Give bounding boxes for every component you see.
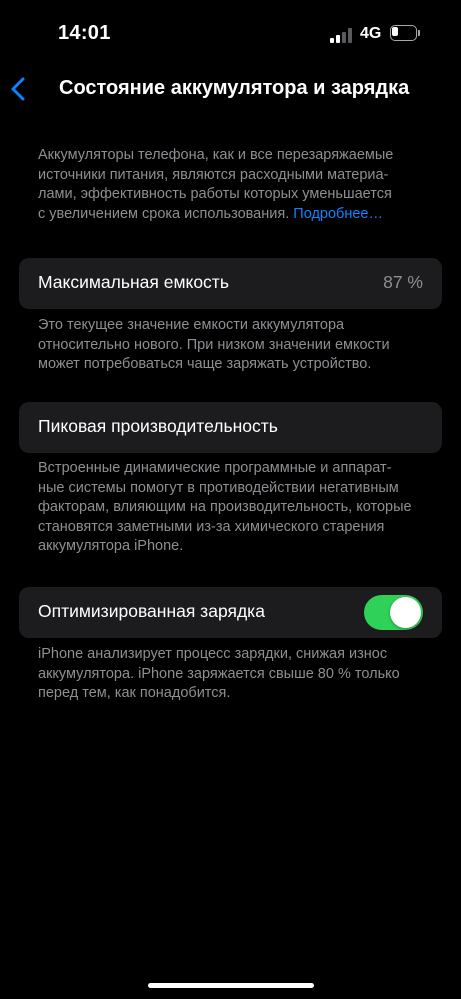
intro-line: с увеличением срока использования. xyxy=(38,205,290,222)
intro-line: Аккумуляторы телефона, как и все перезар… xyxy=(38,147,394,163)
intro-line: лами, эффективность работы которых умень… xyxy=(38,186,392,202)
optimized-charging-toggle[interactable] xyxy=(364,595,423,630)
home-indicator[interactable] xyxy=(148,983,314,988)
peak-performance-row: Пиковая производительность xyxy=(19,402,442,453)
peak-performance-description: Встроенные динамические программные и ап… xyxy=(38,459,433,557)
chevron-left-icon xyxy=(11,77,25,101)
learn-more-link[interactable]: Подробнее… xyxy=(293,206,383,222)
description-line: факторам, влияющим на производительность… xyxy=(38,499,412,515)
back-button[interactable] xyxy=(8,74,32,104)
status-bar: 14:01 4G xyxy=(0,0,461,70)
toggle-knob xyxy=(390,597,421,628)
max-capacity-description: Это текущее значение емкости аккумулятор… xyxy=(38,316,433,375)
description-line: становятся заметными из-за химического с… xyxy=(38,518,385,535)
page-title: Состояние аккумулятора и зарядка xyxy=(59,77,410,99)
intro-description: Аккумуляторы телефона, как и все перезар… xyxy=(38,146,433,224)
intro-line: источники питания, являются расходными м… xyxy=(38,166,389,183)
description-line: Встроенные динамические программные и ап… xyxy=(38,460,392,476)
description-line: iPhone анализирует процесс зарядки, сниж… xyxy=(38,646,388,662)
status-time: 14:01 xyxy=(58,22,111,44)
peak-performance-label: Пиковая производительность xyxy=(38,416,278,436)
cellular-signal-icon xyxy=(330,27,354,43)
description-line: аккумулятора iPhone. xyxy=(38,538,184,554)
battery-icon xyxy=(390,25,421,41)
optimized-charging-description: iPhone анализирует процесс зарядки, сниж… xyxy=(38,645,433,704)
description-line: перед тем, как понадобится. xyxy=(38,685,231,701)
max-capacity-value: 87 % xyxy=(383,272,423,292)
description-line: аккумулятора. iPhone заряжается свыше 80… xyxy=(38,665,400,682)
description-line: может потребоваться чаще заряжать устрой… xyxy=(38,356,372,372)
optimized-charging-label: Оптимизированная зарядка xyxy=(38,601,265,621)
description-line: ные системы помогут в противодействии не… xyxy=(38,479,399,496)
network-type: 4G xyxy=(360,25,382,42)
description-line: Это текущее значение емкости аккумулятор… xyxy=(38,317,345,333)
description-line: относительно нового. При низком значении… xyxy=(38,336,390,353)
screen: 14:01 4G Состояние аккумулятора и зарядк… xyxy=(0,0,461,999)
max-capacity-label: Максимальная емкость xyxy=(38,272,229,292)
optimized-charging-row: Оптимизированная зарядка xyxy=(19,587,442,638)
max-capacity-row: Максимальная емкость 87 % xyxy=(19,258,442,309)
